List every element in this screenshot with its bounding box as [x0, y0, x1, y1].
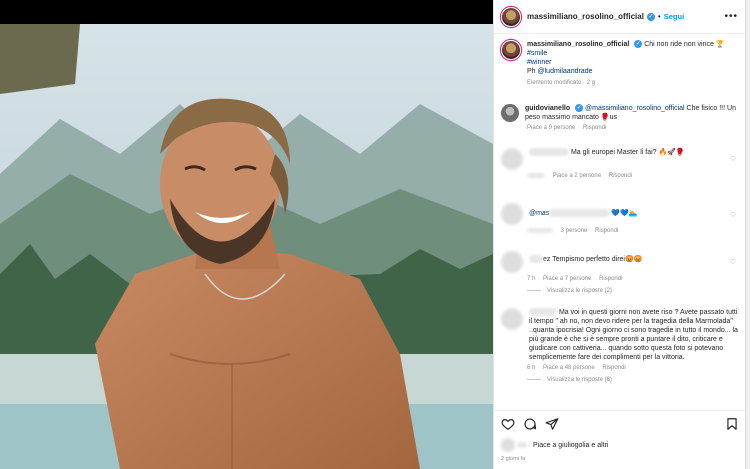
comment-likes[interactable]: Piace a 9 persone: [527, 125, 575, 131]
comment-item: Ma voi in questi giorni non avete riso ?…: [501, 308, 741, 383]
blurred-avatar: [517, 442, 527, 448]
avatar[interactable]: [501, 104, 519, 122]
photo-credit-link[interactable]: @ludmilaandrade: [538, 68, 593, 75]
avatar[interactable]: [501, 6, 521, 27]
post-caption: massimiliano_rosolino_official ✓ Chi non…: [501, 40, 741, 86]
comment-item: guidovianello ✓ @massimiliano_rosolino_o…: [501, 104, 741, 131]
caption-text: Chi non ride non vince 🏆: [644, 41, 725, 48]
heart-icon[interactable]: ♡: [730, 258, 736, 266]
comment-mention[interactable]: @mas: [529, 210, 549, 217]
reply-button[interactable]: Rispondi: [609, 173, 632, 179]
comment-likes[interactable]: 3 persone: [561, 228, 588, 234]
avatar[interactable]: [501, 438, 515, 452]
blurred-meta: [527, 173, 545, 178]
comment-likes[interactable]: Piace a 2 persone: [553, 173, 601, 179]
comment-meta: Piace a 9 persone Rispondi: [527, 125, 741, 131]
separator-dot: •: [657, 12, 661, 21]
heart-icon[interactable]: ♡: [730, 314, 736, 322]
heart-icon[interactable]: ♡: [730, 106, 736, 114]
comment-body: Ma voi in questi giorni non avete riso ?…: [529, 309, 738, 361]
blurred-username: [529, 255, 543, 264]
comment-body: 💙💙🏊: [611, 210, 638, 217]
reply-button[interactable]: Rispondi: [595, 228, 618, 234]
comment-meta: 6 h Piace a 48 persone Rispondi: [527, 365, 741, 371]
comment-mention[interactable]: @massimiliano_rosolino_official: [585, 105, 685, 112]
scrollbar[interactable]: [745, 0, 750, 469]
heart-icon[interactable]: ♡: [730, 211, 736, 219]
heart-icon[interactable]: ♡: [730, 155, 736, 163]
caption-text-block: massimiliano_rosolino_official ✓ Chi non…: [527, 40, 725, 76]
action-bar: Piace a giuliogolia e altri 2 giorni fa: [494, 410, 746, 469]
bookmark-icon[interactable]: [725, 417, 739, 431]
blurred-meta: [527, 228, 553, 233]
photo-illustration: [0, 24, 493, 469]
comment-icon[interactable]: [523, 417, 537, 431]
comment-meta: 7 h Piace a 7 persone Rispondi: [527, 276, 741, 282]
likes-text[interactable]: Piace a giuliogolia e altri: [533, 441, 609, 450]
comment-text: ez Tempismo perfetto direi😡😡: [529, 255, 642, 264]
heart-icon[interactable]: [501, 417, 515, 431]
comment-item: ez Tempismo perfetto direi😡😡 7 h Piace a…: [501, 251, 741, 294]
caption-meta: Elemento modificato · 2 g: [527, 80, 596, 86]
top-black-bar: [0, 0, 493, 24]
reply-button[interactable]: Rispondi: [599, 276, 622, 282]
comment-body: Ma gli europei Master li fai? 🔥🚀🥊: [570, 149, 685, 156]
avatar[interactable]: [501, 40, 521, 60]
post-photo[interactable]: [0, 24, 493, 469]
post-username[interactable]: massimiliano_rosolino_official: [527, 12, 644, 21]
comment-meta: Piace a 2 persone Rispondi: [527, 173, 741, 179]
comment-text: Ma gli europei Master li fai? 🔥🚀🥊: [529, 148, 685, 157]
action-icons: [501, 417, 559, 431]
avatar[interactable]: [501, 308, 523, 330]
comment-text: @mas 💙💙🏊: [529, 209, 637, 218]
post-header: massimiliano_rosolino_official ✓ • Segui…: [494, 0, 746, 34]
comment-text: guidovianello ✓ @massimiliano_rosolino_o…: [525, 104, 741, 122]
verified-icon: ✓: [646, 12, 655, 21]
verified-icon: ✓: [575, 104, 584, 113]
avatar[interactable]: [501, 203, 523, 225]
verified-icon: ✓: [634, 40, 643, 49]
comment-item: @mas 💙💙🏊 3 persone Rispondi ♡: [501, 203, 741, 234]
follow-button[interactable]: Segui: [664, 12, 684, 21]
share-icon[interactable]: [545, 417, 559, 431]
comments-panel: massimiliano_rosolino_official ✓ • Segui…: [493, 0, 750, 469]
view-replies-button[interactable]: Visualizza le risposte (8): [527, 377, 741, 383]
avatar[interactable]: [501, 148, 523, 170]
more-icon[interactable]: •••: [724, 11, 738, 22]
comment-likes[interactable]: Piace a 48 persone: [543, 365, 595, 371]
blurred-text: [549, 209, 610, 218]
comment-tail: us: [609, 114, 617, 121]
comment-text: Ma voi in questi giorni non avete riso ?…: [529, 308, 739, 362]
comment-age[interactable]: 6 h: [527, 365, 535, 371]
comment-meta: 3 persone Rispondi: [527, 228, 741, 234]
post-date[interactable]: 2 giorni fa: [501, 456, 525, 462]
view-replies-button[interactable]: Visualizza le risposte (2): [527, 288, 741, 294]
reply-button[interactable]: Rispondi: [583, 125, 606, 131]
avatar[interactable]: [501, 251, 523, 273]
blurred-username: [529, 148, 569, 157]
hashtag-winner[interactable]: #winner: [527, 59, 552, 66]
comment-item: Ma gli europei Master li fai? 🔥🚀🥊 Piace …: [501, 148, 741, 179]
comment-username[interactable]: guidovianello: [525, 105, 570, 112]
blurred-username: [529, 308, 557, 317]
comment-age[interactable]: 7 h: [527, 276, 535, 282]
hashtag-smile[interactable]: #smile: [527, 50, 547, 57]
photo-credit-prefix: Ph: [527, 68, 538, 75]
comment-body: Tempismo perfetto direi😡😡: [550, 256, 643, 263]
likes-summary: Piace a giuliogolia e altri: [501, 438, 609, 452]
comment-likes[interactable]: Piace a 7 persone: [543, 276, 591, 282]
reply-button[interactable]: Rispondi: [602, 365, 625, 371]
caption-username[interactable]: massimiliano_rosolino_official: [527, 41, 629, 48]
